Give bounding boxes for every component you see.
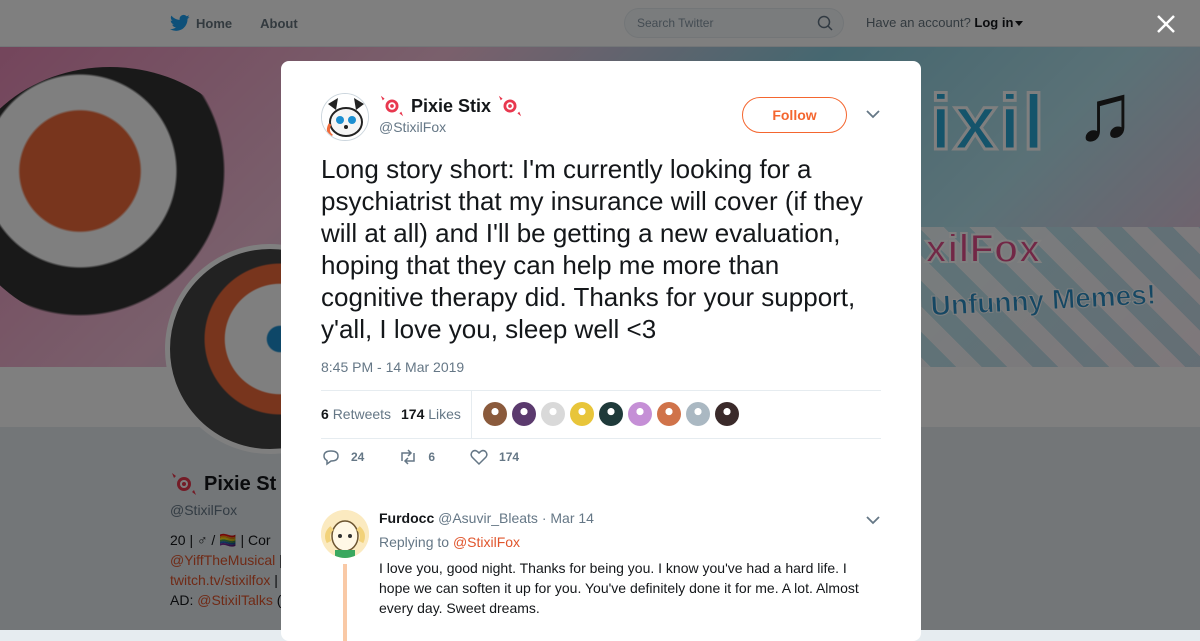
- candy-icon: [380, 95, 404, 117]
- follow-button[interactable]: Follow: [742, 97, 847, 133]
- tweet-stats: 6 Retweets 174 Likes: [321, 390, 881, 439]
- tweet-author-avatar[interactable]: [321, 93, 369, 141]
- likes-label: Likes: [428, 406, 461, 422]
- reply-author-name[interactable]: Furdocc: [379, 510, 434, 526]
- chevron-down-icon[interactable]: [865, 515, 881, 525]
- like-count: 174: [499, 450, 520, 464]
- candy-icon: [498, 95, 522, 117]
- like-action[interactable]: 174: [469, 448, 519, 466]
- replying-to: Replying to @StixilFox: [379, 534, 520, 550]
- replying-to-link[interactable]: @StixilFox: [453, 534, 520, 550]
- liker-avatar[interactable]: [541, 402, 565, 426]
- tweet-author-handle[interactable]: @StixilFox: [379, 119, 446, 135]
- retweets-stat[interactable]: 6 Retweets: [321, 406, 391, 422]
- reply-action[interactable]: 24: [321, 448, 364, 466]
- close-icon[interactable]: [1155, 13, 1177, 35]
- reply-thread-line: [343, 564, 347, 641]
- tweet-author-name: Pixie Stix: [411, 95, 492, 116]
- tweet-modal: Pixie Stix @StixilFox Follow Long story …: [281, 61, 921, 641]
- liker-avatar[interactable]: [512, 402, 536, 426]
- stats-divider: [471, 391, 472, 438]
- chevron-down-icon[interactable]: [865, 109, 881, 119]
- reply-author-handle[interactable]: @Asuvir_Bleats: [438, 510, 538, 526]
- retweet-action[interactable]: 6: [398, 448, 435, 466]
- liker-avatar[interactable]: [570, 402, 594, 426]
- liker-avatars: [483, 402, 739, 426]
- liker-avatar[interactable]: [686, 402, 710, 426]
- likes-count: 174: [401, 406, 425, 422]
- reply-count: 24: [351, 450, 365, 464]
- liker-avatar[interactable]: [599, 402, 623, 426]
- liker-avatar[interactable]: [628, 402, 652, 426]
- liker-avatar[interactable]: [715, 402, 739, 426]
- tweet-author-name-row[interactable]: Pixie Stix: [379, 93, 523, 119]
- replying-prefix: Replying to: [379, 534, 450, 550]
- tweet-header: Pixie Stix @StixilFox Follow: [321, 93, 881, 143]
- liker-avatar[interactable]: [657, 402, 681, 426]
- retweet-count: 6: [428, 450, 436, 464]
- goat-avatar-icon: [321, 510, 369, 558]
- reply-text: I love you, good night. Thanks for being…: [379, 560, 859, 616]
- likes-stat[interactable]: 174 Likes: [401, 406, 461, 422]
- reply-header: Furdocc @Asuvir_Bleats · Mar 14: [379, 510, 594, 526]
- liker-avatar[interactable]: [483, 402, 507, 426]
- tweet-timestamp[interactable]: 8:45 PM - 14 Mar 2019: [321, 359, 464, 375]
- heart-icon: [470, 449, 488, 466]
- tweet-actions: 24 6 174: [321, 448, 553, 466]
- retweet-icon: [401, 449, 416, 465]
- tweet-text: Long story short: I'm currently looking …: [321, 154, 863, 344]
- reply-author-avatar[interactable]: [321, 510, 369, 558]
- retweets-label: Retweets: [332, 406, 392, 422]
- reply-icon: [323, 450, 339, 466]
- retweets-count: 6: [321, 406, 329, 422]
- fox-avatar-icon: [322, 94, 368, 140]
- reply-date[interactable]: · Mar 14: [542, 510, 594, 526]
